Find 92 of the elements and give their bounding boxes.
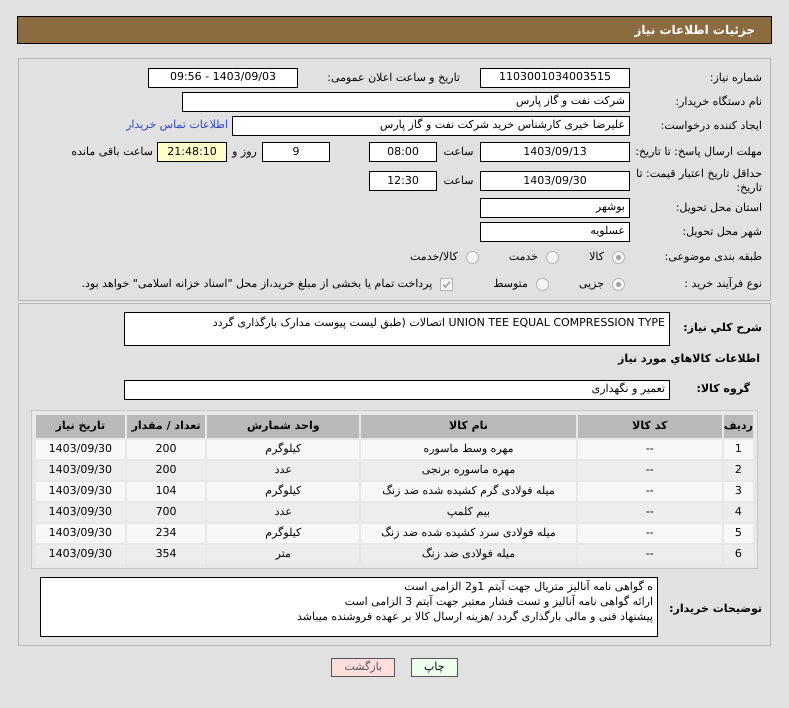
radio-label: خدمت <box>508 248 538 265</box>
table-cell: 1403/09/30 <box>36 482 125 500</box>
column-header: تعداد / مقدار <box>126 414 206 438</box>
section-heading: اطلاعات کالاهاي مورد نياز <box>618 352 760 365</box>
input-field[interactable]: شرکت نفت و گاز پارس <box>182 92 630 112</box>
field-label: نوع فرآیند خرید : <box>684 277 762 291</box>
table-cell: 234 <box>126 524 206 542</box>
column-header: تاریخ نیاز <box>36 414 125 438</box>
field-label: شماره نیاز: <box>710 70 762 84</box>
table-cell: 354 <box>126 544 206 564</box>
field-label: شهر محل تحویل: <box>682 224 762 238</box>
field-label: ایجاد کننده درخواست: <box>660 118 762 132</box>
column-header: واحد شمارش <box>207 414 360 438</box>
field-label: طبقه بندی موضوعی: <box>664 250 762 264</box>
table-cell: 6 <box>724 544 753 564</box>
column-header: ردیف <box>724 414 753 438</box>
field-label: توضیحات خریدار: <box>669 602 762 614</box>
checkbox-label: پرداخت تمام یا بخشی از مبلغ خرید،از محل "اسناد خزانه اسلامی" خواهد بود. <box>82 276 432 292</box>
radio-button[interactable] <box>612 250 625 264</box>
table-cell: 200 <box>126 460 206 480</box>
radio-label: متوسط <box>493 276 528 292</box>
days-label: روز و <box>230 144 258 160</box>
table-cell: کیلوگرم <box>207 440 360 458</box>
table-cell: عدد <box>207 460 360 480</box>
input-field[interactable]: 21:48:10 <box>157 142 227 162</box>
page-title: جزئیات اطلاعات نیاز <box>634 22 755 39</box>
table-cell: -- <box>578 460 722 480</box>
table-cell: 2 <box>724 460 753 480</box>
input-field[interactable]: عسلویه <box>480 222 630 242</box>
table-cell: 1403/09/30 <box>36 440 125 458</box>
input-field[interactable]: تعمیر و نگهداری <box>124 380 670 400</box>
table-cell: 700 <box>126 502 206 522</box>
time-label: ساعت <box>442 172 474 189</box>
table-cell: میله فولادی گرم کشیده شده ضد زنگ <box>361 482 576 500</box>
remaining-label: ساعت باقی مانده <box>71 144 153 160</box>
table-cell: عدد <box>207 502 360 522</box>
table-cell: میله فولادی ضد زنگ <box>361 544 576 564</box>
radio-button[interactable] <box>612 278 625 290</box>
table-cell: کیلوگرم <box>207 482 360 500</box>
input-field[interactable]: علیرضا خیری کارشناس خرید شرکت نفت و گاز پارس <box>232 116 630 136</box>
table-cell: 1403/09/30 <box>36 502 125 522</box>
input-field[interactable]: 1403/09/30 <box>480 171 630 191</box>
table-cell: بیم کلمپ <box>361 502 576 522</box>
input-field[interactable]: 1403/09/03 - 09:56 <box>148 68 298 88</box>
table-cell: -- <box>578 502 722 522</box>
table-cell: 3 <box>724 482 753 500</box>
time-label: ساعت <box>442 144 474 160</box>
table-cell: 1403/09/30 <box>36 524 125 542</box>
table-cell: 1 <box>724 440 753 458</box>
input-field[interactable]: بوشهر <box>480 198 630 218</box>
table-cell: 4 <box>724 502 753 522</box>
radio-label: کالا <box>589 248 604 265</box>
table-cell: مهره ماسوره برنجی <box>361 460 576 480</box>
radio-button[interactable] <box>466 250 479 264</box>
table-cell: مهره وسط ماسوره <box>361 440 576 458</box>
field-label: نام دستگاه خریدار: <box>675 94 762 108</box>
check-icon <box>442 280 452 288</box>
print-button[interactable]: چاپ <box>411 658 458 676</box>
checkbox[interactable] <box>440 278 454 290</box>
table-cell: 104 <box>126 482 206 500</box>
notes-textarea[interactable]: ه گواهی نامه آنالیز متریال جهت آیتم 1و2 الزامی است ارائه گواهی نامه آنالیز و تست فشار معتبر جهت آیتم 3 الزامی است پیشنهاد فنی و مالی بارگذاری گردد /هزینه ارسال کالا بر عهده فروشنده میباشد <box>40 576 658 636</box>
field-label: استان محل تحویل: <box>676 200 762 214</box>
input-field[interactable]: 1403/09/13 <box>480 142 630 162</box>
field-label: گروه کالا: <box>696 382 750 396</box>
table-cell: 1403/09/30 <box>36 460 125 480</box>
input-field[interactable]: 1103001034003515 <box>480 68 630 88</box>
input-field[interactable]: 12:30 <box>369 171 437 191</box>
column-header: کد کالا <box>578 414 722 438</box>
table-cell: -- <box>578 440 722 458</box>
field-label: تاریخ و ساعت اعلان عمومی: <box>327 70 460 84</box>
field-label: مهلت ارسال پاسخ: تا تاریخ: <box>635 145 762 159</box>
column-header: نام کالا <box>361 414 576 438</box>
table-cell: 5 <box>724 524 753 542</box>
back-button[interactable]: بازگشت <box>331 658 396 676</box>
table-cell: 1403/09/30 <box>36 544 125 564</box>
radio-button[interactable] <box>546 250 560 264</box>
table-cell: -- <box>578 482 722 500</box>
radio-button[interactable] <box>536 278 549 290</box>
radio-label: کالا/خدمت <box>410 248 458 265</box>
buyer-contact-link[interactable]: اطلاعات تماس خریدار <box>126 117 228 134</box>
input-field[interactable]: 9 <box>262 142 330 162</box>
field-label: حداقل تاریخ اعتبار قیمت: تا تاریخ: <box>635 167 762 195</box>
radio-label: جزیی <box>578 276 604 292</box>
field-label: شرح کلي نياز: <box>683 321 762 334</box>
table-cell: 200 <box>126 440 206 458</box>
table-cell: -- <box>578 524 722 542</box>
table-cell: -- <box>578 544 722 564</box>
table-cell: کیلوگرم <box>207 524 360 542</box>
description-textarea[interactable]: UNION TEE EQUAL COMPRESSION TYPE اتصالات (طبق لیست پیوست مدارک بارگذاری گردد <box>124 312 670 346</box>
table-cell: متر <box>207 544 360 564</box>
table-cell: میله فولادی سرد کشیده شده ضد زنگ <box>361 524 576 542</box>
input-field[interactable]: 08:00 <box>369 142 437 162</box>
